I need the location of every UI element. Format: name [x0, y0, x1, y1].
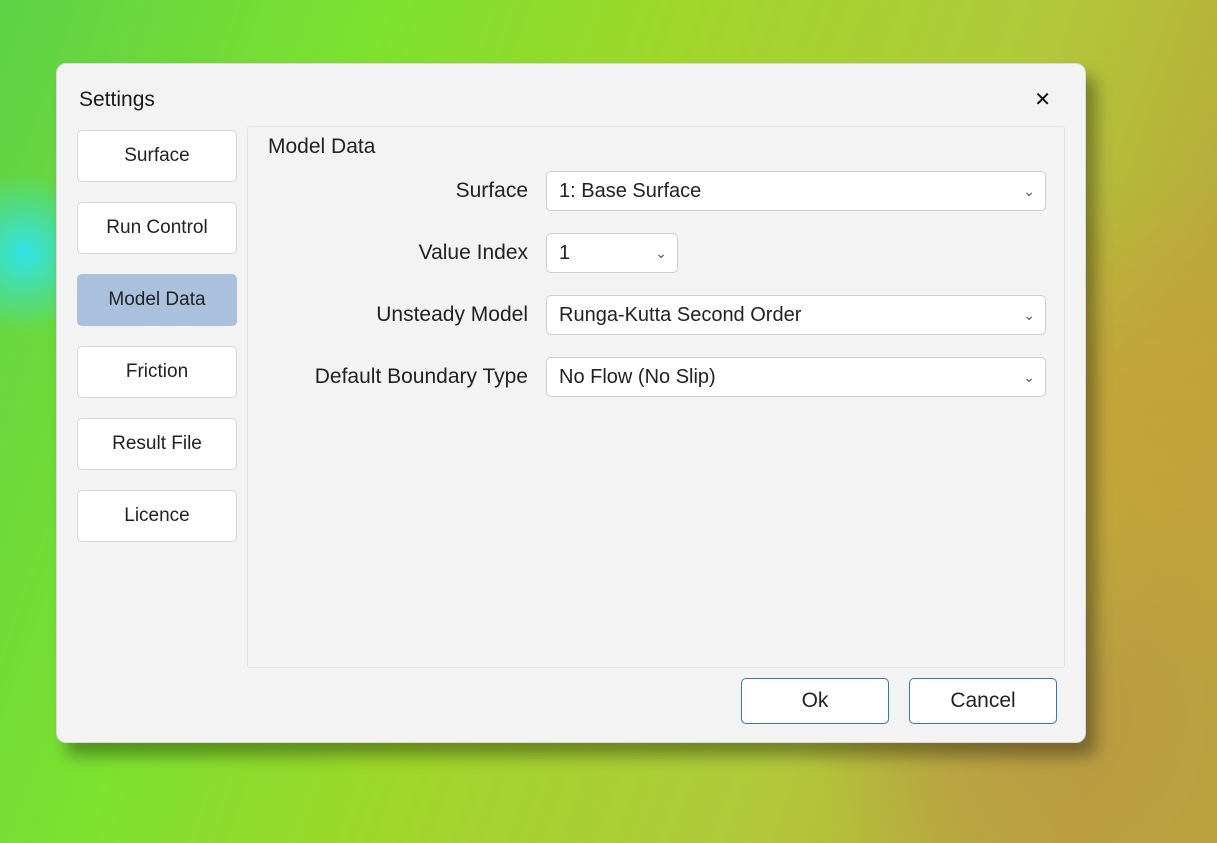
- label-value-index: Value Index: [266, 241, 528, 265]
- label-surface: Surface: [266, 179, 528, 203]
- chevron-down-icon: ⌄: [1023, 307, 1035, 324]
- button-label: Ok: [802, 689, 829, 713]
- sidebar-item-surface[interactable]: Surface: [77, 130, 237, 182]
- panel-title: Model Data: [268, 135, 1046, 159]
- close-icon[interactable]: ✕: [1026, 83, 1059, 116]
- select-default-boundary-type[interactable]: No Flow (No Slip) ⌄: [546, 357, 1046, 397]
- chevron-down-icon: ⌄: [1023, 183, 1035, 200]
- button-label: Cancel: [950, 689, 1015, 713]
- sidebar-item-licence[interactable]: Licence: [77, 490, 237, 542]
- sidebar-item-result-file[interactable]: Result File: [77, 418, 237, 470]
- settings-dialog: Settings ✕ Surface Run Control Model Dat…: [56, 63, 1086, 743]
- sidebar-item-label: Friction: [126, 361, 188, 383]
- settings-sidebar: Surface Run Control Model Data Friction …: [77, 126, 237, 668]
- chevron-down-icon: ⌄: [1023, 369, 1035, 386]
- sidebar-item-label: Surface: [124, 145, 189, 167]
- sidebar-item-model-data[interactable]: Model Data: [77, 274, 237, 326]
- model-data-panel: Model Data Surface 1: Base Surface ⌄ Val…: [247, 126, 1065, 668]
- sidebar-item-label: Run Control: [106, 217, 207, 239]
- dialog-title: Settings: [79, 88, 155, 112]
- sidebar-item-run-control[interactable]: Run Control: [77, 202, 237, 254]
- ok-button[interactable]: Ok: [741, 678, 889, 724]
- sidebar-item-label: Result File: [112, 433, 202, 455]
- dialog-titlebar: Settings ✕: [77, 77, 1065, 126]
- dialog-body: Surface Run Control Model Data Friction …: [77, 126, 1065, 668]
- select-value: 1: [559, 242, 570, 265]
- select-value: Runga-Kutta Second Order: [559, 304, 801, 327]
- dialog-footer: Ok Cancel: [77, 668, 1065, 726]
- select-surface[interactable]: 1: Base Surface ⌄: [546, 171, 1046, 211]
- cancel-button[interactable]: Cancel: [909, 678, 1057, 724]
- select-value-index[interactable]: 1 ⌄: [546, 233, 678, 273]
- sidebar-item-friction[interactable]: Friction: [77, 346, 237, 398]
- row-unsteady-model: Unsteady Model Runga-Kutta Second Order …: [266, 295, 1046, 335]
- chevron-down-icon: ⌄: [655, 245, 667, 262]
- row-surface: Surface 1: Base Surface ⌄: [266, 171, 1046, 211]
- select-value: 1: Base Surface: [559, 180, 701, 203]
- select-unsteady-model[interactable]: Runga-Kutta Second Order ⌄: [546, 295, 1046, 335]
- label-default-boundary-type: Default Boundary Type: [266, 365, 528, 389]
- sidebar-item-label: Model Data: [108, 289, 205, 311]
- label-unsteady-model: Unsteady Model: [266, 303, 528, 327]
- row-default-boundary-type: Default Boundary Type No Flow (No Slip) …: [266, 357, 1046, 397]
- row-value-index: Value Index 1 ⌄: [266, 233, 1046, 273]
- sidebar-item-label: Licence: [124, 505, 190, 527]
- select-value: No Flow (No Slip): [559, 366, 716, 389]
